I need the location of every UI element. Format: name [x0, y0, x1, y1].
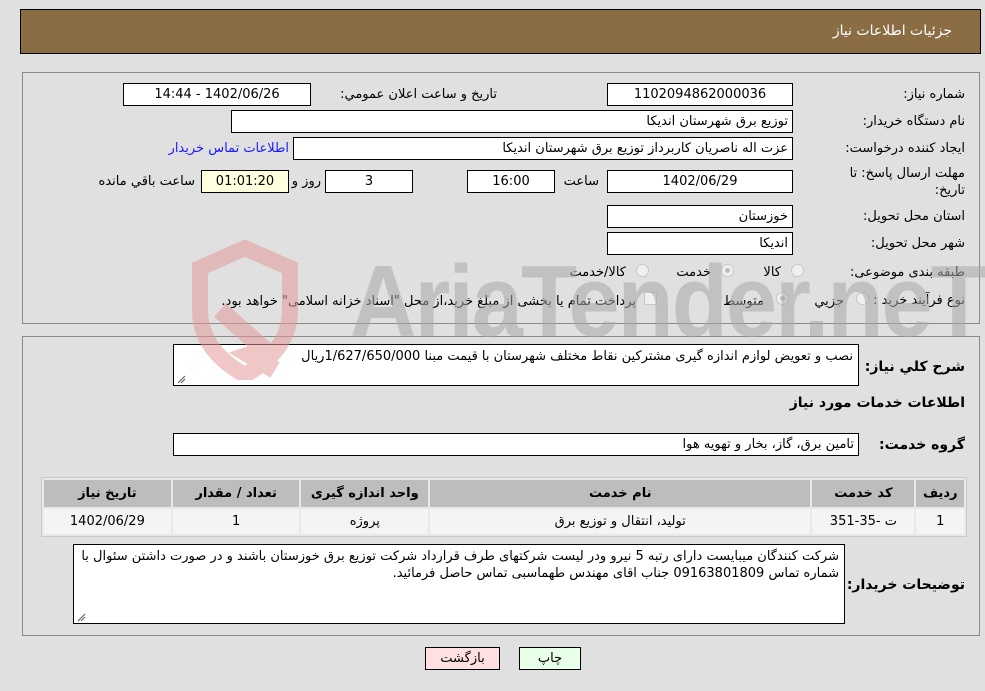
cell-row-number: 1 — [916, 509, 964, 534]
services-heading: اطلاعات خدمات مورد نیاز — [789, 395, 965, 411]
category-option-goods-service: کالا/خدمت — [569, 265, 626, 280]
table-row: 1 ت -35-351 تولید، انتقال و توزیع برق پر… — [44, 509, 964, 534]
need-number-field: 1102094862000036 — [607, 83, 793, 106]
purchase-type-label: نوع فرآیند خرید : — [873, 293, 965, 308]
category-option-goods: کالا — [763, 265, 781, 280]
time-remaining-field: 01:01:20 — [201, 170, 289, 193]
back-button[interactable]: بازگشت — [425, 647, 500, 670]
service-group-field: تامین برق، گاز، بخار و تهویه هوا — [173, 433, 859, 456]
category-radio-goods-service[interactable] — [636, 264, 649, 277]
col-header-unit: واحد اندازه گیری — [301, 480, 429, 507]
col-header-need-date: تاریخ نیاز — [44, 480, 171, 507]
purchase-type-radio-minor[interactable] — [856, 292, 869, 305]
page-title: جزئیات اطلاعات نیاز — [832, 23, 952, 39]
days-remaining-field: 3 — [325, 170, 413, 193]
col-header-service-name: نام خدمت — [430, 480, 811, 507]
time-remaining-label: ساعت باقي مانده — [98, 174, 195, 189]
buyer-contact-link[interactable]: اطلاعات تماس خریدار — [169, 141, 289, 156]
city-field: اندیکا — [607, 232, 793, 255]
requester-label: ایجاد کننده درخواست: — [845, 141, 965, 156]
table-header-row: ردیف کد خدمت نام خدمت واحد اندازه گیری ت… — [44, 480, 964, 507]
need-details-panel: شرح کلي نیاز: نصب و تعویض لوازم اندازه گ… — [22, 336, 980, 636]
cell-quantity: 1 — [172, 509, 300, 534]
category-option-service: خدمت — [676, 265, 711, 280]
print-button[interactable]: چاپ — [519, 647, 581, 670]
requester-field: عزت اله ناصریان کاربرداز توزیع برق شهرست… — [293, 137, 793, 160]
purchase-type-radio-medium[interactable] — [776, 292, 789, 305]
buyer-org-field: توزیع برق شهرستان اندیکا — [231, 110, 793, 133]
service-group-label: گروه خدمت: — [879, 437, 965, 453]
buyer-org-label: نام دستگاه خریدار: — [862, 114, 965, 129]
description-textarea[interactable]: نصب و تعویض لوازم اندازه گیری مشترکین نق… — [173, 344, 859, 386]
category-radio-goods[interactable] — [791, 264, 804, 277]
announce-datetime-field: 1402/06/26 - 14:44 — [123, 83, 311, 106]
col-header-row-number: ردیف — [916, 480, 964, 507]
purchase-type-option-minor: جزيي — [814, 294, 844, 309]
deadline-label: مهلت ارسال پاسخ: تا تاریخ: — [849, 166, 965, 198]
need-number-label: شماره نیاز: — [903, 87, 965, 102]
col-header-service-code: کد خدمت — [812, 480, 915, 507]
city-label: شهر محل تحویل: — [870, 236, 965, 251]
buyer-notes-textarea[interactable]: شرکت کنندگان میبایست دارای رتبه 5 نیرو و… — [73, 544, 845, 624]
deadline-date-field: 1402/06/29 — [607, 170, 793, 193]
treasury-checkbox[interactable] — [644, 292, 657, 305]
buyer-notes-label: توضیحات خریدار: — [846, 577, 965, 593]
category-radio-service[interactable] — [721, 264, 734, 277]
announce-datetime-label: تاریخ و ساعت اعلان عمومي: — [340, 87, 497, 102]
purchase-type-option-medium: متوسط — [723, 294, 764, 309]
description-label: شرح کلي نیاز: — [864, 359, 965, 375]
category-label: طبقه بندی موضوعی: — [849, 265, 965, 280]
need-info-panel: شماره نیاز: 1102094862000036 تاریخ و ساع… — [22, 72, 980, 324]
province-label: استان محل تحویل: — [863, 209, 965, 224]
deadline-time-field: 16:00 — [467, 170, 555, 193]
deadline-time-label: ساعت — [563, 174, 599, 189]
days-label: روز و — [291, 174, 321, 189]
cell-need-date: 1402/06/29 — [44, 509, 171, 534]
resize-grip-icon[interactable] — [76, 612, 86, 622]
resize-grip-icon[interactable] — [176, 374, 186, 384]
description-text: نصب و تعویض لوازم اندازه گیری مشترکین نق… — [301, 349, 853, 364]
col-header-quantity: تعداد / مقدار — [172, 480, 300, 507]
buyer-notes-text: شرکت کنندگان میبایست دارای رتبه 5 نیرو و… — [81, 549, 839, 581]
page-header: جزئیات اطلاعات نیاز — [20, 9, 981, 54]
services-table: ردیف کد خدمت نام خدمت واحد اندازه گیری ت… — [41, 477, 967, 537]
cell-service-name: تولید، انتقال و توزیع برق — [430, 509, 811, 534]
cell-unit: پروژه — [301, 509, 429, 534]
cell-service-code: ت -35-351 — [812, 509, 915, 534]
treasury-note: پرداخت تمام یا بخشی از مبلغ خرید،از محل … — [221, 294, 636, 309]
province-field: خوزستان — [607, 205, 793, 228]
